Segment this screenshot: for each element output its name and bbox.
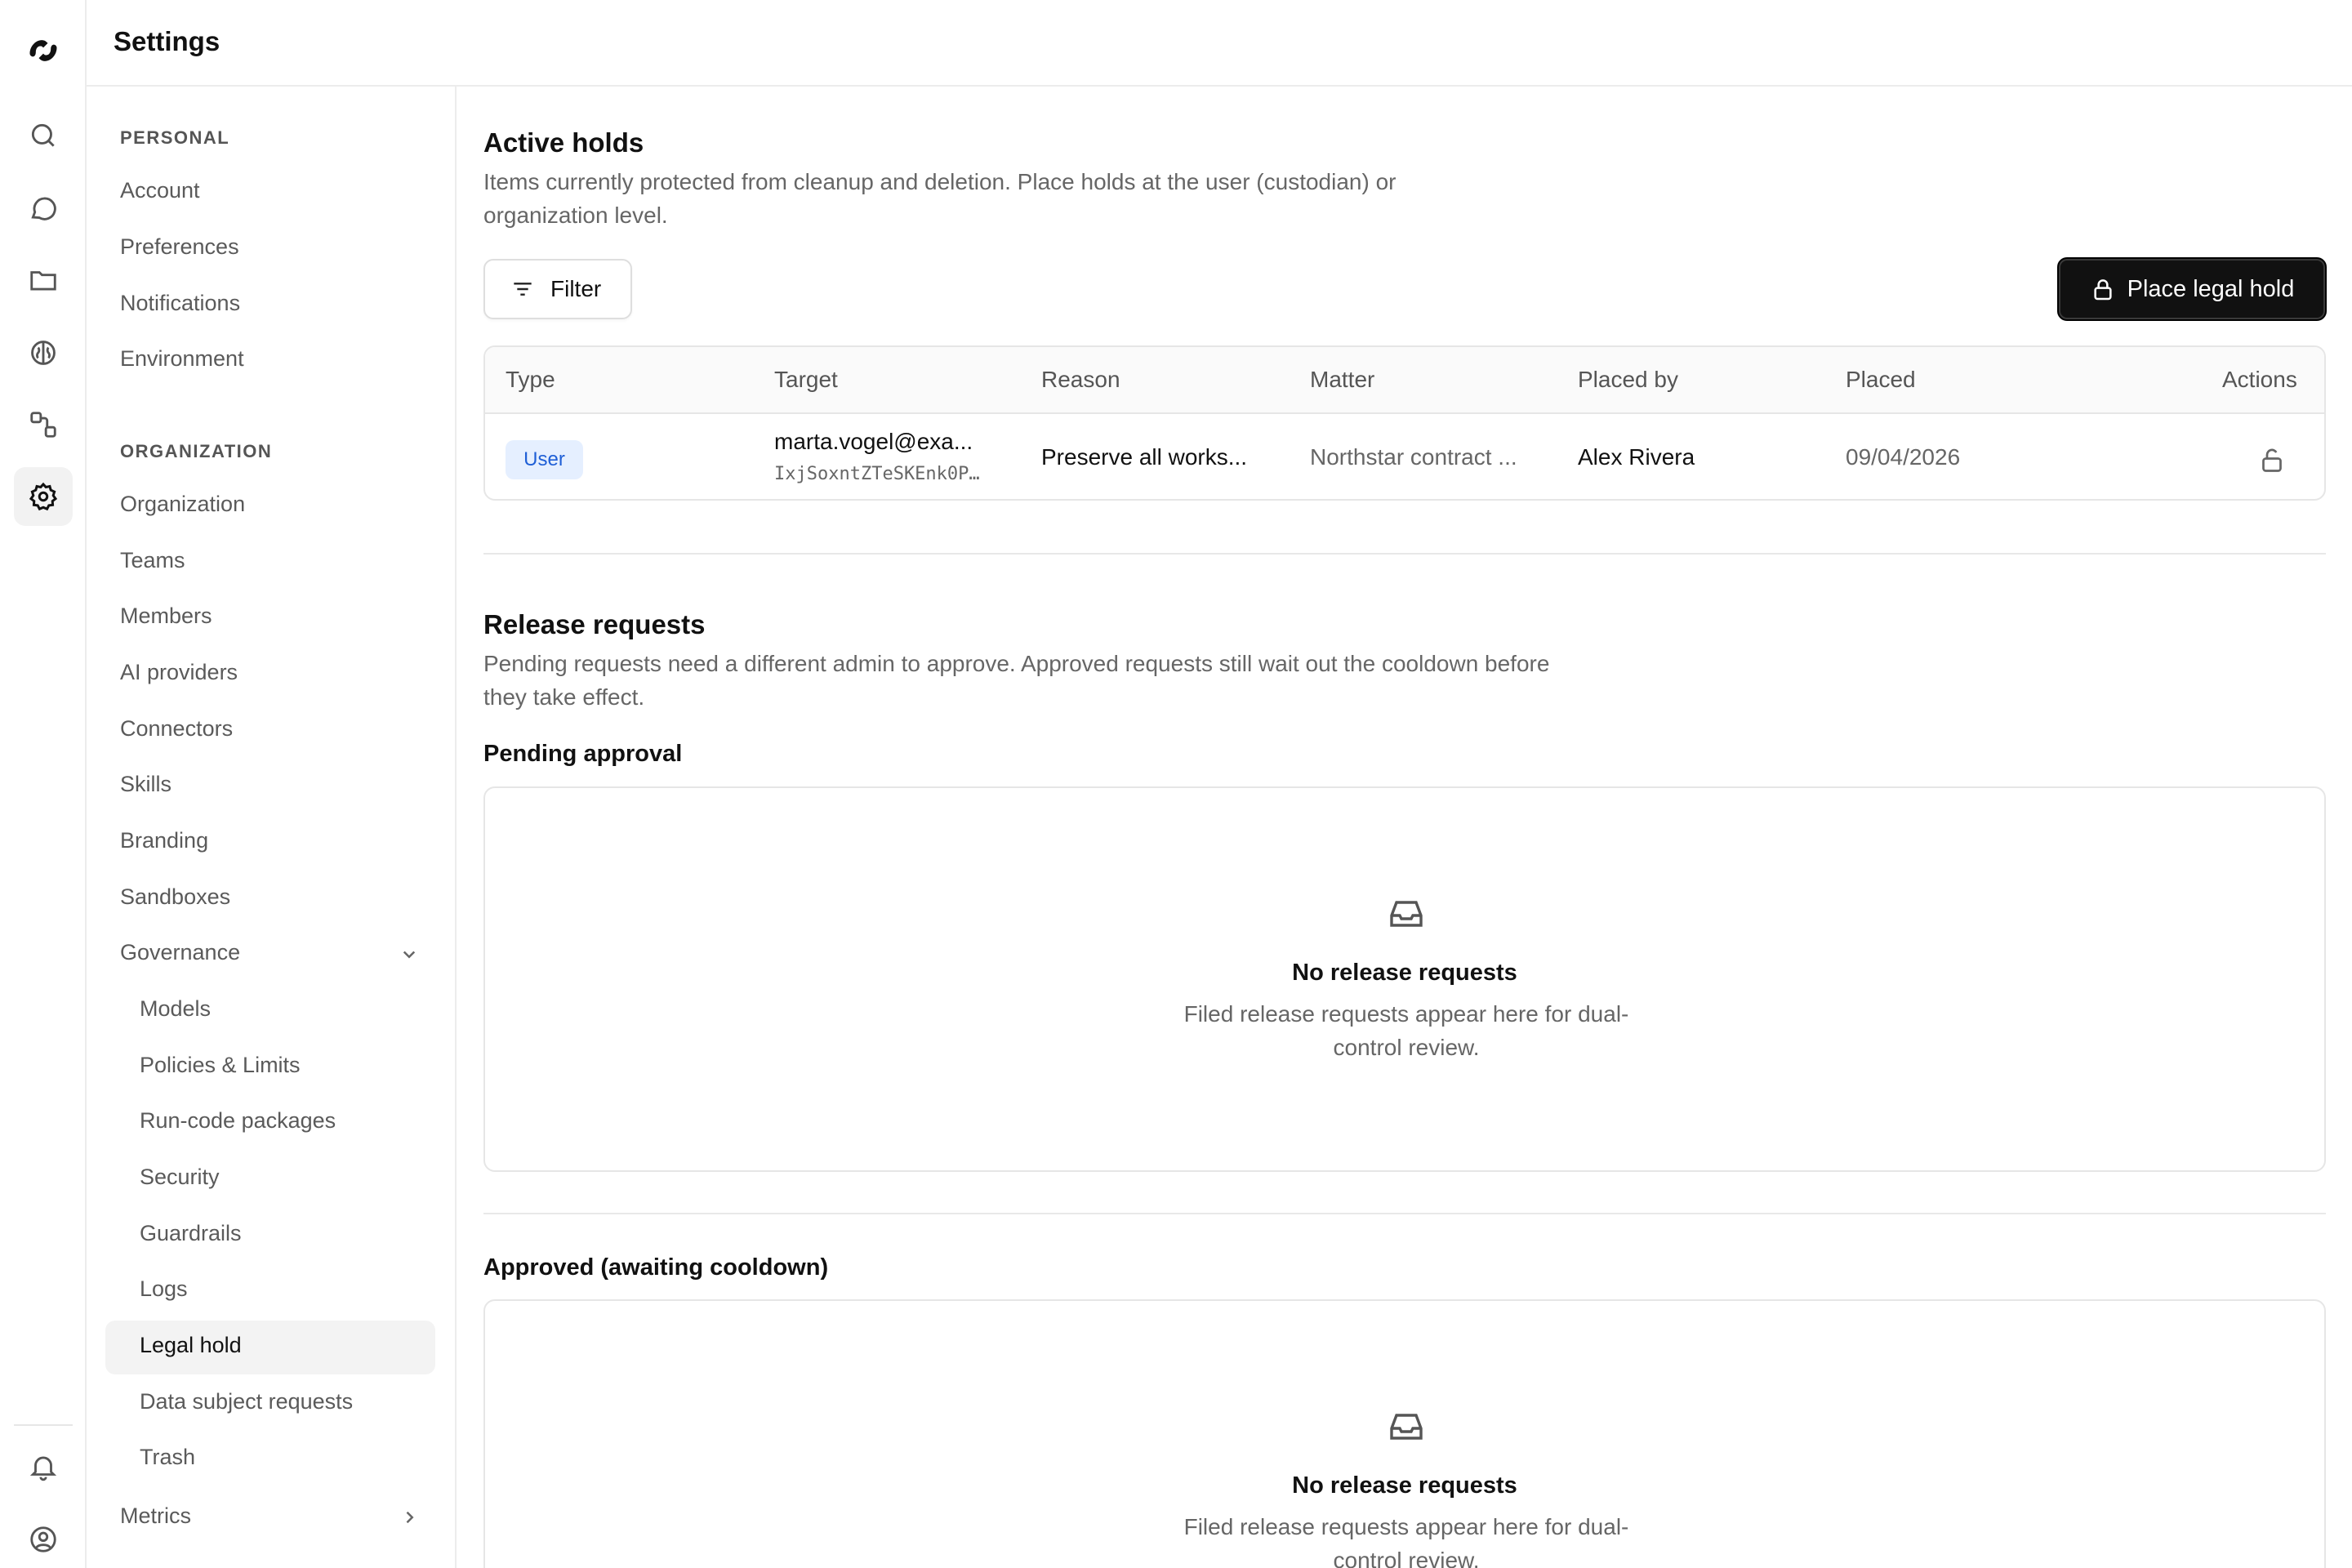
sidebar-item-logs[interactable]: Logs <box>140 1276 188 1302</box>
sidebar-item-security[interactable]: Security <box>140 1165 220 1190</box>
column-header-matter: Matter <box>1310 367 1375 392</box>
column-header-type: Type <box>506 367 555 392</box>
sidebar-item-teams[interactable]: Teams <box>120 548 185 573</box>
target-email: marta.vogel@exa... <box>774 429 973 454</box>
type-badge: User <box>506 440 583 479</box>
icon-rail <box>0 0 87 1568</box>
sidebar-item-data-subject-requests[interactable]: Data subject requests <box>140 1389 353 1414</box>
section-divider <box>483 553 2326 555</box>
bell-icon[interactable] <box>14 1437 73 1496</box>
section-heading-organization: ORGANIZATION <box>120 441 273 461</box>
page-title: Settings <box>114 26 220 56</box>
release-requests-description: Pending requests need a different admin … <box>483 651 1550 710</box>
place-legal-hold-label: Place legal hold <box>2127 275 2295 302</box>
search-icon[interactable] <box>14 106 73 165</box>
section-heading-personal: PERSONAL <box>120 127 230 148</box>
sidebar-item-members[interactable]: Members <box>120 604 212 629</box>
sidebar-item-models[interactable]: Models <box>140 996 211 1022</box>
sidebar-item-metrics[interactable]: Metrics <box>120 1503 191 1529</box>
empty-description: Filed release requests appear here for d… <box>1183 1514 1629 1568</box>
column-header-placed-by: Placed by <box>1578 367 1678 392</box>
sidebar-item-legal-hold[interactable]: Legal hold <box>140 1333 242 1358</box>
reason-cell: Preserve all works... <box>1041 444 1248 470</box>
sidebar-item-notifications[interactable]: Notifications <box>120 291 240 316</box>
empty-title: No release requests <box>1292 1472 1517 1499</box>
sidebar-item-skills[interactable]: Skills <box>120 772 172 797</box>
sidebar-item-sandboxes[interactable]: Sandboxes <box>120 884 230 910</box>
sidebar-item-connectors[interactable]: Connectors <box>120 716 233 742</box>
folder-icon[interactable] <box>14 251 73 310</box>
table-header: Type Target Reason Matter Placed by Plac… <box>485 347 2324 414</box>
section-divider <box>483 1213 2326 1214</box>
column-header-actions: Actions <box>2222 367 2297 392</box>
matter-cell: Northstar contract ... <box>1310 444 1517 470</box>
top-bar: Settings <box>87 0 2352 87</box>
workflow-icon[interactable] <box>14 395 73 454</box>
sidebar-item-branding[interactable]: Branding <box>120 828 208 853</box>
approved-empty-state: No release requests Filed release reques… <box>483 1299 2326 1568</box>
inbox-icon <box>1387 1407 1426 1446</box>
holds-table: Type Target Reason Matter Placed by Plac… <box>483 345 2326 501</box>
inbox-icon <box>1387 894 1426 933</box>
settings-icon[interactable] <box>14 467 73 526</box>
sidebar-item-environment[interactable]: Environment <box>120 346 244 372</box>
release-requests-title: Release requests <box>483 609 706 639</box>
sidebar-item-guardrails[interactable]: Guardrails <box>140 1221 242 1246</box>
sidebar-item-organization[interactable]: Organization <box>120 492 245 517</box>
active-holds-title: Active holds <box>483 127 644 158</box>
sidebar-item-policies-limits[interactable]: Policies & Limits <box>140 1053 301 1078</box>
chat-icon[interactable] <box>14 179 73 238</box>
column-header-reason: Reason <box>1041 367 1120 392</box>
settings-sidebar: PERSONAL Account Preferences Notificatio… <box>87 87 457 1568</box>
sidebar-item-account[interactable]: Account <box>120 178 200 203</box>
chevron-down-icon[interactable] <box>397 942 421 966</box>
rail-divider <box>14 1424 73 1426</box>
pending-empty-state: No release requests Filed release reques… <box>483 786 2326 1172</box>
chevron-right-icon[interactable] <box>397 1505 421 1530</box>
sidebar-item-run-code-packages[interactable]: Run-code packages <box>140 1108 336 1134</box>
pending-approval-heading: Pending approval <box>483 741 683 767</box>
sidebar-item-governance[interactable]: Governance <box>120 940 240 965</box>
empty-description: Filed release requests appear here for d… <box>1183 1001 1629 1060</box>
sidebar-item-ai-providers[interactable]: AI providers <box>120 660 238 685</box>
target-id: IxjSoxntZTeSKEnk0P… <box>774 464 980 484</box>
lock-icon <box>2094 279 2112 301</box>
placed-date-cell: 09/04/2026 <box>1846 444 1961 470</box>
empty-title: No release requests <box>1292 960 1517 986</box>
unlock-icon[interactable] <box>2257 445 2287 474</box>
filter-label: Filter <box>550 276 602 301</box>
sidebar-item-trash[interactable]: Trash <box>140 1445 195 1470</box>
placed-by-cell: Alex Rivera <box>1578 444 1695 470</box>
brain-icon[interactable] <box>14 323 73 382</box>
place-legal-hold-button[interactable]: Place legal hold <box>2057 257 2327 321</box>
approved-heading: Approved (awaiting cooldown) <box>483 1254 829 1281</box>
filter-button[interactable]: Filter <box>483 259 632 319</box>
filter-icon <box>514 283 532 296</box>
user-circle-icon[interactable] <box>14 1510 73 1568</box>
column-header-target: Target <box>774 367 838 392</box>
active-holds-description: Items currently protected from cleanup a… <box>483 169 1396 228</box>
logo-icon[interactable] <box>25 33 61 69</box>
app-root: Settings PERSONAL Account Preferences No… <box>0 0 2352 1568</box>
column-header-placed: Placed <box>1846 367 1916 392</box>
sidebar-item-preferences[interactable]: Preferences <box>120 234 239 260</box>
